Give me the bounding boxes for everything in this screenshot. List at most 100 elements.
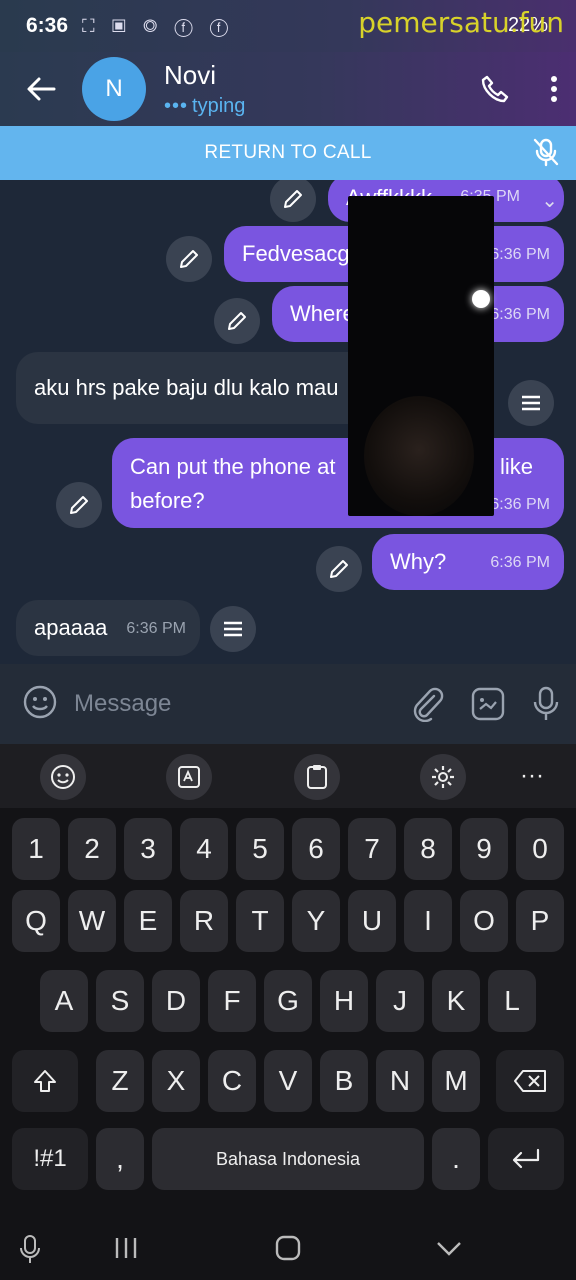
chevron-double-down-icon[interactable]: ⌄ <box>541 188 558 213</box>
key-d[interactable]: D <box>152 970 200 1032</box>
key-c[interactable]: C <box>208 1050 256 1112</box>
watermark: pemersatu.fun <box>358 6 564 39</box>
emoji-icon[interactable] <box>22 684 58 725</box>
avatar[interactable]: N <box>82 57 146 121</box>
symbols-key[interactable]: !#1 <box>12 1128 88 1190</box>
key-p[interactable]: P <box>516 890 564 952</box>
key-l[interactable]: L <box>488 970 536 1032</box>
message-text-line1-tail: like <box>500 454 534 479</box>
phone-icon[interactable] <box>480 74 510 104</box>
typing-status: ••• typing <box>164 95 245 118</box>
key-e[interactable]: E <box>124 890 172 952</box>
message-text: Why? <box>390 549 447 574</box>
key-q[interactable]: Q <box>12 890 60 952</box>
key-8[interactable]: 8 <box>404 818 452 880</box>
message-time: 6:36 PM <box>126 620 186 637</box>
comma-key[interactable]: , <box>96 1128 144 1190</box>
microphone-icon[interactable] <box>532 686 560 727</box>
sticker-icon[interactable] <box>470 686 506 727</box>
enter-key[interactable] <box>488 1128 564 1190</box>
key-i[interactable]: I <box>404 890 452 952</box>
key-2[interactable]: 2 <box>68 818 116 880</box>
key-5[interactable]: 5 <box>236 818 284 880</box>
shift-key[interactable] <box>12 1050 78 1112</box>
message-text-line1: Can put the phone at <box>130 454 336 479</box>
enter-icon <box>512 1148 540 1169</box>
key-w[interactable]: W <box>68 890 116 952</box>
key-z[interactable]: Z <box>96 1050 144 1112</box>
message-text: Fedvesacg <box>242 241 350 266</box>
contact-info[interactable]: Novi ••• typing <box>164 60 245 118</box>
key-m[interactable]: M <box>432 1050 480 1112</box>
message-input[interactable]: Message <box>74 690 171 718</box>
more-options-icon[interactable] <box>550 75 558 103</box>
attach-icon[interactable] <box>410 686 444 727</box>
video-call-pip[interactable] <box>348 196 494 516</box>
message-bubble-in[interactable]: apaaaa 6:36 PM <box>16 600 200 656</box>
pencil-icon[interactable] <box>270 180 316 222</box>
key-x[interactable]: X <box>152 1050 200 1112</box>
notification-icons: ⛶ ▣ ◎ ⓕ ⓕ <box>82 15 235 36</box>
key-j[interactable]: J <box>376 970 424 1032</box>
return-to-call-bar[interactable]: RETURN TO CALL <box>0 126 576 180</box>
typing-dots-icon: ••• <box>164 95 189 117</box>
message-bubble-out[interactable]: Can put the phone at like before? 6:36 P… <box>112 438 564 528</box>
key-s[interactable]: S <box>96 970 144 1032</box>
avatar-letter: N <box>105 75 123 102</box>
menu-icon[interactable] <box>210 606 256 652</box>
key-y[interactable]: Y <box>292 890 340 952</box>
more-options-icon[interactable]: ··· <box>520 762 544 790</box>
key-7[interactable]: 7 <box>348 818 396 880</box>
message-text: aku hrs pake baju dlu kalo mau <box>34 375 339 400</box>
key-9[interactable]: 9 <box>460 818 508 880</box>
system-nav-bar <box>0 1224 576 1280</box>
period-key[interactable]: . <box>432 1128 480 1190</box>
pencil-icon[interactable] <box>166 236 212 282</box>
video-caller-image <box>364 396 474 516</box>
message-text: apaaaa <box>34 615 108 640</box>
microphone-icon[interactable] <box>18 1234 42 1273</box>
message-time: 6:36 PM <box>490 496 550 513</box>
key-3[interactable]: 3 <box>124 818 172 880</box>
chevron-down-icon[interactable] <box>434 1234 464 1269</box>
key-o[interactable]: O <box>460 890 508 952</box>
pencil-icon[interactable] <box>214 298 260 344</box>
key-6[interactable]: 6 <box>292 818 340 880</box>
key-g[interactable]: G <box>264 970 312 1032</box>
key-1[interactable]: 1 <box>12 818 60 880</box>
status-time: 6:36 <box>26 14 69 37</box>
clipboard-icon[interactable] <box>294 754 340 800</box>
chat-area[interactable]: Awffkkkk 6:35 PM ⌄ Fedvesacg 6:36 PM Whe… <box>0 180 576 664</box>
key-0[interactable]: 0 <box>516 818 564 880</box>
emoji-keyboard-icon[interactable] <box>40 754 86 800</box>
key-t[interactable]: T <box>236 890 284 952</box>
recent-apps-icon[interactable] <box>112 1234 140 1269</box>
key-h[interactable]: H <box>320 970 368 1032</box>
key-r[interactable]: R <box>180 890 228 952</box>
message-time: 6:36 PM <box>490 246 550 263</box>
menu-icon[interactable] <box>508 380 554 426</box>
contact-name: Novi <box>164 60 217 90</box>
key-f[interactable]: F <box>208 970 256 1032</box>
keyboard: 1 2 3 4 5 6 7 8 9 0 Q W E R T Y U I O P … <box>0 808 576 1224</box>
mic-off-icon[interactable] <box>532 137 560 173</box>
message-bubble-out[interactable]: Why? 6:36 PM <box>372 534 564 590</box>
key-k[interactable]: K <box>432 970 480 1032</box>
key-a[interactable]: A <box>40 970 88 1032</box>
key-v[interactable]: V <box>264 1050 312 1112</box>
shift-arrow-icon <box>34 1070 56 1092</box>
key-4[interactable]: 4 <box>180 818 228 880</box>
home-icon[interactable] <box>274 1234 302 1269</box>
backspace-key[interactable] <box>496 1050 564 1112</box>
space-key[interactable]: Bahasa Indonesia <box>152 1128 424 1190</box>
key-n[interactable]: N <box>376 1050 424 1112</box>
key-b[interactable]: B <box>320 1050 368 1112</box>
pencil-icon[interactable] <box>56 482 102 528</box>
translate-icon[interactable] <box>166 754 212 800</box>
settings-gear-icon[interactable] <box>420 754 466 800</box>
back-button[interactable] <box>0 76 82 102</box>
key-u[interactable]: U <box>348 890 396 952</box>
chat-header: N Novi ••• typing <box>0 52 576 126</box>
return-to-call-label: RETURN TO CALL <box>204 142 372 163</box>
pencil-icon[interactable] <box>316 546 362 592</box>
